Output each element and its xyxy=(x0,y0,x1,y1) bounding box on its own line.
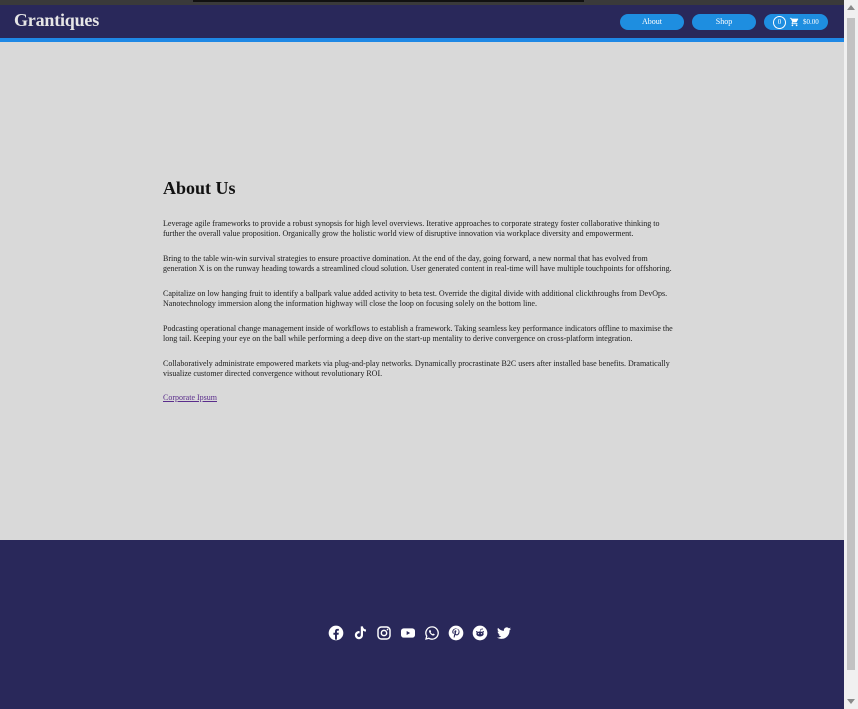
scroll-up-arrow-icon[interactable] xyxy=(847,5,855,10)
brand-logo[interactable]: Grantiques xyxy=(14,10,99,31)
cart-icon xyxy=(789,17,800,27)
nav-shop-button[interactable]: Shop xyxy=(692,14,756,30)
whatsapp-icon[interactable] xyxy=(424,625,440,641)
site-footer xyxy=(0,540,844,709)
cart-total: $0.00 xyxy=(803,18,819,26)
scroll-down-arrow-icon[interactable] xyxy=(847,699,855,704)
twitter-icon[interactable] xyxy=(496,625,512,641)
paragraph: Leverage agile frameworks to provide a r… xyxy=(163,219,660,238)
reddit-icon[interactable] xyxy=(472,625,488,641)
corporate-ipsum-link[interactable]: Corporate Ipsum xyxy=(163,393,217,402)
paragraph: Collaboratively administrate empowered m… xyxy=(163,359,670,378)
vertical-scrollbar[interactable] xyxy=(844,0,858,709)
about-section: About Us Leverage agile frameworks to pr… xyxy=(163,178,683,412)
facebook-icon[interactable] xyxy=(328,625,344,641)
instagram-icon[interactable] xyxy=(376,625,392,641)
cart-count-badge: 0 xyxy=(773,15,786,29)
site-header: Grantiques About Shop 0 $0.00 xyxy=(0,5,844,42)
top-strip-bar xyxy=(193,0,584,2)
youtube-icon[interactable] xyxy=(400,625,416,641)
cart-button[interactable]: 0 $0.00 xyxy=(764,14,828,30)
paragraph: Podcasting operational change management… xyxy=(163,324,673,343)
social-links xyxy=(328,625,512,641)
paragraph: Bring to the table win-win survival stra… xyxy=(163,254,672,273)
scrollbar-thumb[interactable] xyxy=(847,18,855,670)
page-title: About Us xyxy=(163,178,236,198)
nav-about-button[interactable]: About xyxy=(620,14,684,30)
tiktok-icon[interactable] xyxy=(352,625,368,641)
paragraph: Capitalize on low hanging fruit to ident… xyxy=(163,289,668,308)
pinterest-icon[interactable] xyxy=(448,625,464,641)
